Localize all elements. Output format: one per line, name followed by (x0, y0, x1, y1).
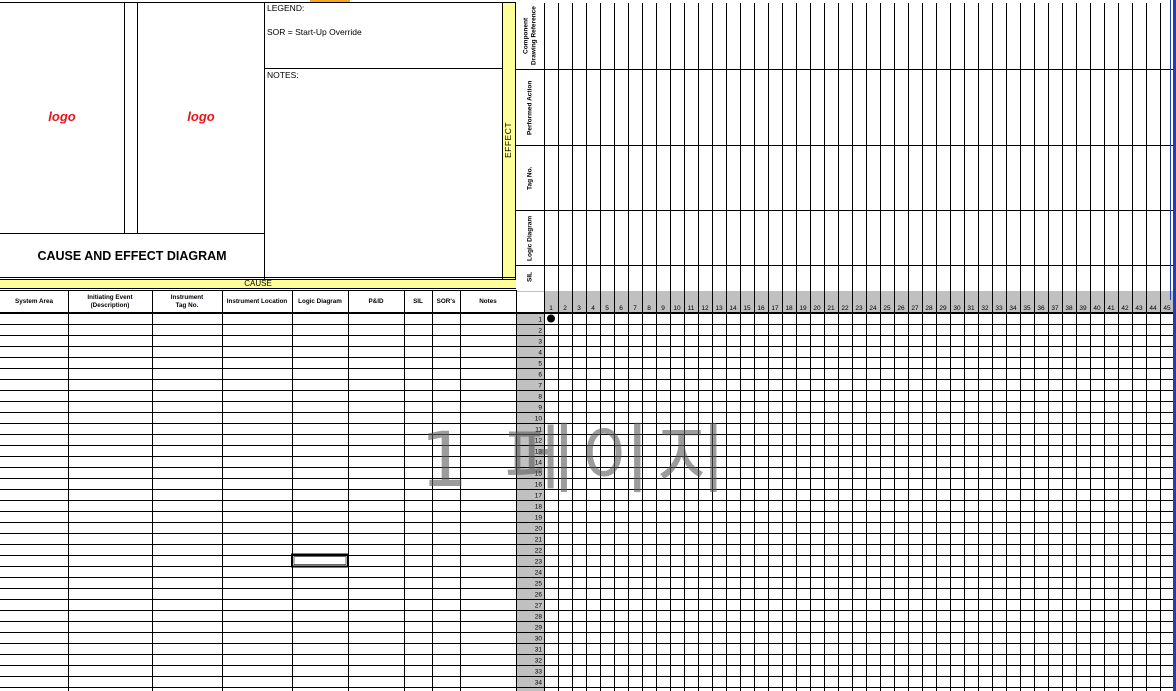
row-number: 9 (538, 405, 542, 412)
effect-column-number: 32 (981, 305, 989, 312)
row-number: 31 (535, 647, 543, 654)
row-number: 18 (535, 504, 543, 511)
effect-column-number: 23 (855, 305, 863, 312)
effect-column-number: 9 (661, 305, 665, 312)
effect-column-number: 13 (715, 305, 723, 312)
corner-cell (517, 292, 544, 312)
row-number: 11 (535, 427, 542, 434)
effect-column-number: 10 (673, 305, 681, 312)
row-number: 33 (535, 669, 543, 676)
effect-column-number: 41 (1107, 305, 1115, 312)
row-number: 14 (535, 460, 543, 467)
row-number-column (516, 313, 544, 691)
effect-column-number: 12 (701, 305, 709, 312)
row-number: 24 (535, 570, 543, 577)
effect-column-number: 18 (785, 305, 793, 312)
effect-column-number: 4 (591, 305, 595, 312)
effect-column-number: 45 (1163, 305, 1171, 312)
row-number: 15 (535, 471, 543, 478)
row-number: 1 (538, 317, 542, 324)
effect-column-number: 1 (549, 305, 553, 312)
effect-column-number: 36 (1037, 305, 1045, 312)
row-number: 21 (535, 537, 543, 544)
row-number: 23 (535, 559, 543, 566)
effect-column-number: 33 (995, 305, 1003, 312)
effect-column-number: 40 (1093, 305, 1101, 312)
selected-cell-inner (293, 556, 347, 565)
effect-column-number: 3 (577, 305, 581, 312)
effect-column-number: 25 (883, 305, 891, 312)
effect-column-number: 31 (967, 305, 975, 312)
row-number: 28 (535, 614, 543, 621)
effect-column-number: 34 (1009, 305, 1017, 312)
effect-column-number: 39 (1079, 305, 1087, 312)
row-number: 32 (535, 658, 543, 665)
page-break-border-inner (1170, 0, 1171, 300)
effect-column-number: 8 (647, 305, 651, 312)
row-number: 16 (535, 482, 543, 489)
effect-column-number: 21 (827, 305, 835, 312)
row-number: 2 (538, 328, 542, 335)
effect-column-number: 38 (1065, 305, 1073, 312)
effect-column-number: 11 (688, 305, 695, 312)
row-number: 22 (535, 548, 543, 555)
effect-column-number: 35 (1023, 305, 1031, 312)
row-number: 6 (538, 372, 542, 379)
effect-column-number: 29 (939, 305, 947, 312)
row-number: 20 (535, 526, 543, 533)
effect-column-number: 5 (605, 305, 609, 312)
effect-column-number: 22 (841, 305, 849, 312)
effect-column-number: 37 (1051, 305, 1059, 312)
row-number: 4 (538, 350, 542, 357)
row-number: 26 (535, 592, 543, 599)
effect-column-number: 16 (757, 305, 765, 312)
effect-column-number: 26 (897, 305, 905, 312)
effect-column-number: 30 (953, 305, 961, 312)
effect-column-number: 43 (1135, 305, 1143, 312)
effect-column-number: 14 (729, 305, 737, 312)
row-number: 25 (535, 581, 543, 588)
row-number: 19 (535, 515, 543, 522)
effect-column-number: 28 (925, 305, 933, 312)
row-number: 29 (535, 625, 543, 632)
row-number: 10 (535, 416, 543, 423)
effect-column-number: 20 (813, 305, 821, 312)
effect-column-number: 27 (911, 305, 919, 312)
row-number: 13 (535, 449, 543, 456)
effect-column-number: 19 (799, 305, 807, 312)
cause-effect-grid[interactable]: 1 2 3 4 5 6 7 8 9 10 11 12 13 14 15 16 17 18 19 20 21 22 23 24 2… (0, 0, 1176, 691)
row-number: 17 (535, 493, 543, 500)
effect-column-number: 17 (771, 305, 779, 312)
effect-column-number: 6 (619, 305, 623, 312)
row-number: 7 (538, 383, 542, 390)
marker-dot[interactable] (547, 314, 555, 323)
effect-column-number: 2 (563, 305, 567, 312)
effect-column-number: 24 (869, 305, 877, 312)
row-number: 12 (535, 438, 543, 445)
row-number: 8 (538, 394, 542, 401)
effect-column-number: 44 (1149, 305, 1157, 312)
effect-column-number: 7 (633, 305, 637, 312)
spreadsheet-page: logo logo CAUSE AND EFFECT DIAGRAM LEGEN… (0, 0, 1176, 691)
effect-column-number: 42 (1121, 305, 1129, 312)
effect-column-number: 15 (743, 305, 751, 312)
row-number: 34 (535, 680, 543, 687)
row-number: 30 (535, 636, 543, 643)
row-number: 27 (535, 603, 543, 610)
row-number: 5 (538, 361, 542, 368)
row-number: 3 (538, 339, 542, 346)
